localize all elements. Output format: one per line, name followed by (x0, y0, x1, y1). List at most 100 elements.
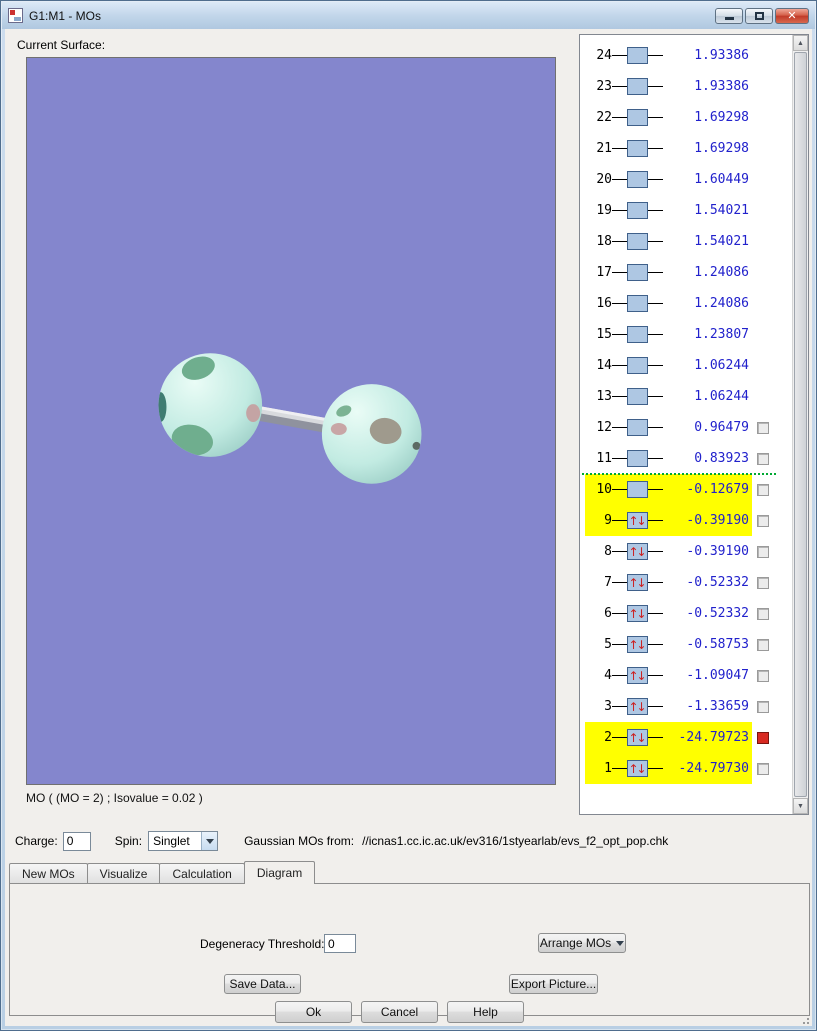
help-button[interactable]: Help (447, 1001, 524, 1023)
mo-level[interactable]: 9 ↑ ↓ -0.39190 (585, 505, 752, 536)
level-line (612, 117, 627, 118)
export-picture-button[interactable]: Export Picture... (509, 974, 598, 994)
titlebar[interactable]: G1:M1 - MOs ✕ (2, 2, 815, 29)
mo-energy-value: 1.24086 (694, 265, 749, 280)
level-line (648, 334, 663, 335)
mo-visibility-checkbox[interactable] (757, 638, 769, 651)
mo-visibility-checkbox[interactable] (757, 607, 769, 620)
level-line (648, 551, 663, 552)
tab-diagram[interactable]: Diagram (243, 861, 316, 884)
scroll-down-button[interactable]: ▼ (793, 798, 808, 814)
mo-occupancy-box[interactable] (627, 233, 648, 250)
mo-level[interactable]: 16 1.24086 (585, 288, 752, 319)
mo-level[interactable]: 13 1.06244 (585, 381, 752, 412)
mo-visibility-checkbox[interactable] (757, 545, 769, 558)
mo-occupancy-box[interactable] (627, 419, 648, 436)
mo-visibility-checkbox[interactable] (757, 452, 769, 465)
mo-visibility-checkbox[interactable] (757, 576, 769, 589)
mo-number: 5 (604, 637, 612, 652)
close-button[interactable]: ✕ (775, 7, 809, 24)
mo-occupancy-box[interactable]: ↑ ↓ (627, 636, 648, 653)
mo-occupancy-box[interactable]: ↑ ↓ (627, 729, 648, 746)
save-data-button[interactable]: Save Data... (224, 974, 301, 994)
mo-number: 14 (596, 358, 612, 373)
mo-visibility-checkbox[interactable] (757, 669, 769, 682)
mo-occupancy-box[interactable]: ↑ ↓ (627, 760, 648, 777)
mo-level[interactable]: 22 1.69298 (585, 102, 752, 133)
scrollbar-thumb[interactable] (794, 52, 807, 797)
degeneracy-threshold-input[interactable] (324, 934, 356, 953)
mo-occupancy-box[interactable] (627, 450, 648, 467)
mo-occupancy-box[interactable] (627, 202, 648, 219)
mo-level[interactable]: 10 -0.12679 (585, 474, 752, 505)
mo-level[interactable]: 20 1.60449 (585, 164, 752, 195)
mo-row: 14 1.06244 (580, 350, 792, 381)
mo-occupancy-box[interactable] (627, 78, 648, 95)
level-line (612, 737, 627, 738)
mo-occupancy-box[interactable]: ↑ ↓ (627, 574, 648, 591)
tab-visualize[interactable]: Visualize (86, 863, 161, 884)
mo-visibility-checkbox[interactable] (757, 421, 769, 434)
mo-energy-value: 1.93386 (694, 79, 749, 94)
mo-occupancy-box[interactable]: ↑ ↓ (627, 667, 648, 684)
mo-occupancy-box[interactable] (627, 295, 648, 312)
mo-occupancy-box[interactable] (627, 357, 648, 374)
mo-level[interactable]: 21 1.69298 (585, 133, 752, 164)
tab-calculation[interactable]: Calculation (159, 863, 245, 884)
level-line (612, 86, 627, 87)
mo-occupancy-box[interactable] (627, 481, 648, 498)
mo-visibility-checkbox[interactable] (757, 700, 769, 713)
mo-level[interactable]: 5 ↑ ↓ -0.58753 (585, 629, 752, 660)
mo-level[interactable]: 14 1.06244 (585, 350, 752, 381)
level-line (648, 117, 663, 118)
mo-visibility-checkbox[interactable] (757, 731, 769, 744)
mo-occupancy-box[interactable]: ↑ ↓ (627, 605, 648, 622)
mo-energy-value: 1.54021 (694, 203, 749, 218)
maximize-button[interactable] (745, 7, 773, 24)
level-line (612, 551, 627, 552)
mo-level[interactable]: 23 1.93386 (585, 71, 752, 102)
mo-level[interactable]: 19 1.54021 (585, 195, 752, 226)
mo-level[interactable]: 12 0.96479 (585, 412, 752, 443)
molecule-viewport[interactable] (26, 57, 556, 785)
charge-input[interactable] (62, 831, 91, 851)
app-icon (8, 8, 23, 23)
mo-occupancy-box[interactable] (627, 109, 648, 126)
mo-occupancy-box[interactable]: ↑ ↓ (627, 512, 648, 529)
tab-new-mos[interactable]: New MOs (9, 863, 88, 884)
mo-level[interactable]: 17 1.24086 (585, 257, 752, 288)
mo-occupancy-box[interactable] (627, 388, 648, 405)
mo-level[interactable]: 1 ↑ ↓ -24.79730 (585, 753, 752, 784)
mo-row: 9 ↑ ↓ -0.39190 (580, 505, 792, 536)
mo-level[interactable]: 8 ↑ ↓ -0.39190 (585, 536, 752, 567)
ok-button[interactable]: Ok (275, 1001, 352, 1023)
mo-visibility-checkbox[interactable] (757, 514, 769, 527)
mo-visibility-checkbox[interactable] (757, 483, 769, 496)
mo-level[interactable]: 6 ↑ ↓ -0.52332 (585, 598, 752, 629)
mo-occupancy-box[interactable] (627, 171, 648, 188)
mo-occupancy-box[interactable] (627, 47, 648, 64)
mo-level[interactable]: 18 1.54021 (585, 226, 752, 257)
mo-level[interactable]: 3 ↑ ↓ -1.33659 (585, 691, 752, 722)
level-line (612, 768, 627, 769)
mo-occupancy-box[interactable] (627, 326, 648, 343)
spin-down-arrow-icon: ↓ (636, 668, 647, 683)
cancel-button[interactable]: Cancel (361, 1001, 438, 1023)
mo-occupancy-box[interactable] (627, 140, 648, 157)
mo-occupancy-box[interactable] (627, 264, 648, 281)
mo-level[interactable]: 4 ↑ ↓ -1.09047 (585, 660, 752, 691)
mo-visibility-checkbox[interactable] (757, 762, 769, 775)
mo-level[interactable]: 7 ↑ ↓ -0.52332 (585, 567, 752, 598)
mo-level[interactable]: 2 ↑ ↓ -24.79723 (585, 722, 752, 753)
spin-select[interactable]: Singlet (148, 831, 219, 851)
mo-occupancy-box[interactable]: ↑ ↓ (627, 698, 648, 715)
mo-scrollbar[interactable]: ▲ ▼ (792, 35, 808, 814)
mo-level[interactable]: 24 1.93386 (585, 40, 752, 71)
mo-level[interactable]: 11 0.83923 (585, 443, 752, 474)
scroll-up-button[interactable]: ▲ (793, 35, 808, 51)
mo-level[interactable]: 15 1.23807 (585, 319, 752, 350)
arrange-mos-button[interactable]: Arrange MOs (538, 933, 626, 953)
resize-grip[interactable] (798, 1013, 810, 1025)
mo-occupancy-box[interactable]: ↑ ↓ (627, 543, 648, 560)
minimize-button[interactable] (715, 7, 743, 24)
